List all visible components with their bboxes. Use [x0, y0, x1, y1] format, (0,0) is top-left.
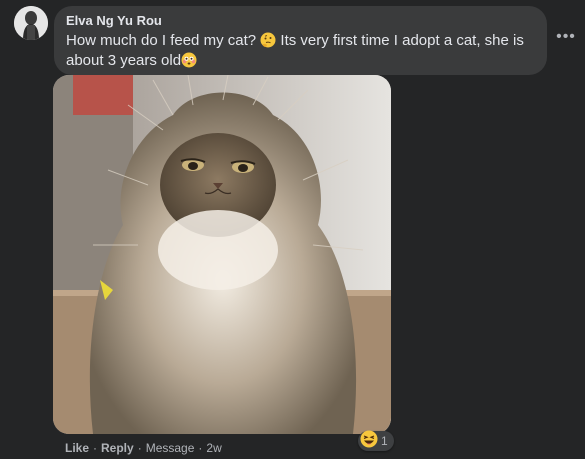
- comment-actions: Like · Reply · Message · 2w: [65, 440, 222, 456]
- reaction-summary[interactable]: 1: [358, 430, 394, 453]
- comment-bubble: Elva Ng Yu Rou How much do I feed my cat…: [54, 6, 547, 75]
- comment-text-part-1: How much do I feed my cat?: [66, 32, 261, 49]
- like-link[interactable]: Like: [65, 441, 89, 455]
- timestamp[interactable]: 2w: [206, 441, 221, 455]
- separator: ·: [93, 441, 98, 455]
- attached-photo[interactable]: [53, 75, 391, 434]
- more-options-button[interactable]: •••: [552, 29, 580, 50]
- separator: ·: [198, 441, 203, 455]
- reply-link[interactable]: Reply: [101, 441, 134, 455]
- message-link[interactable]: Message: [146, 441, 195, 455]
- reaction-count: 1: [381, 434, 388, 448]
- thinking-face-icon: [260, 32, 276, 48]
- separator: ·: [137, 441, 142, 455]
- avatar[interactable]: [14, 6, 48, 40]
- flushed-face-icon: [181, 52, 197, 68]
- comment-author[interactable]: Elva Ng Yu Rou: [66, 13, 535, 29]
- comment-text: How much do I feed my cat? Its very firs…: [66, 31, 535, 71]
- cat-photo-image: [53, 75, 391, 434]
- avatar-image: [14, 6, 48, 40]
- laughing-face-icon: [360, 430, 378, 453]
